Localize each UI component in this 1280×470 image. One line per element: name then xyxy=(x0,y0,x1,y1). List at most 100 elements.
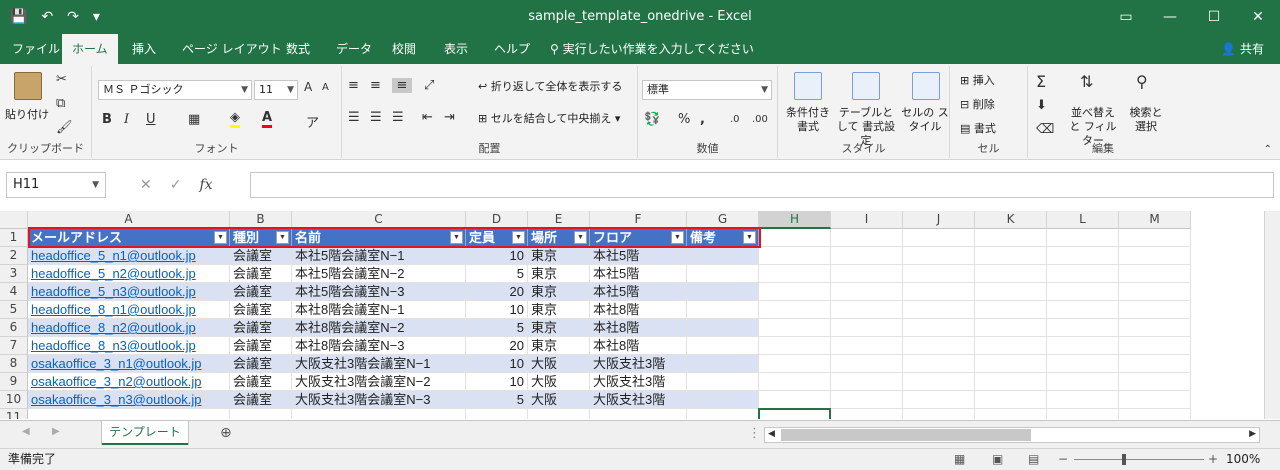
format-as-table-icon[interactable] xyxy=(852,72,880,100)
cell[interactable] xyxy=(903,265,975,283)
find-select-icon[interactable]: ⚲ xyxy=(1136,72,1148,91)
cell[interactable] xyxy=(975,391,1047,409)
table-cell[interactable] xyxy=(687,391,759,409)
align-right-icon[interactable]: ☰ xyxy=(392,110,404,125)
table-cell[interactable]: 会議室 xyxy=(230,337,292,355)
scroll-right-icon[interactable]: ▶ xyxy=(52,426,60,437)
font-color-icon[interactable]: A xyxy=(262,110,273,128)
table-cell[interactable]: 会議室 xyxy=(230,283,292,301)
cell[interactable] xyxy=(831,337,903,355)
table-cell[interactable] xyxy=(687,265,759,283)
cell[interactable] xyxy=(903,355,975,373)
cell[interactable] xyxy=(975,283,1047,301)
row-header[interactable]: 9 xyxy=(0,373,28,391)
cell[interactable] xyxy=(831,373,903,391)
cell[interactable] xyxy=(975,337,1047,355)
cell-styles-button[interactable]: セルの スタイル xyxy=(900,106,950,134)
cell[interactable] xyxy=(1047,247,1119,265)
table-cell[interactable]: 大阪支社3階 xyxy=(590,373,687,391)
email-link[interactable]: headoffice_8_n1@outlook.jp xyxy=(28,301,230,319)
cell[interactable] xyxy=(975,229,1047,247)
table-cell[interactable]: 会議室 xyxy=(230,355,292,373)
cell[interactable] xyxy=(975,373,1047,391)
table-cell[interactable]: 本社8階会議室N−1 xyxy=(292,301,466,319)
paste-icon[interactable] xyxy=(14,72,42,100)
conditional-format-button[interactable]: 条件付き 書式 xyxy=(780,106,836,134)
cell[interactable] xyxy=(1119,391,1191,409)
cell[interactable] xyxy=(230,409,292,419)
cell[interactable] xyxy=(1119,283,1191,301)
scroll-left-arrow-icon[interactable]: ◀ xyxy=(768,429,775,439)
page-layout-view-icon[interactable]: ▣ xyxy=(992,449,1003,470)
align-bottom-icon[interactable]: ≡ xyxy=(392,78,412,93)
cell[interactable] xyxy=(759,301,831,319)
table-cell[interactable]: 本社8階会議室N−3 xyxy=(292,337,466,355)
table-cell[interactable]: 会議室 xyxy=(230,265,292,283)
table-cell[interactable]: 20 xyxy=(466,337,528,355)
share-button[interactable]: 👤 共有 xyxy=(1221,34,1264,64)
copy-icon[interactable]: ⧉ xyxy=(56,96,65,111)
tab-formulas[interactable]: 数式 xyxy=(276,34,320,64)
table-cell[interactable]: 東京 xyxy=(528,319,590,337)
cell[interactable] xyxy=(759,247,831,265)
delete-cells-button[interactable]: ⊟ 削除 xyxy=(960,98,995,112)
align-top-icon[interactable]: ≡ xyxy=(348,78,359,93)
cell[interactable] xyxy=(831,247,903,265)
email-link[interactable]: osakaoffice_3_n1@outlook.jp xyxy=(28,355,230,373)
cell[interactable] xyxy=(903,229,975,247)
cell[interactable] xyxy=(759,355,831,373)
row-header[interactable]: 6 xyxy=(0,319,28,337)
maximize-button[interactable]: ☐ xyxy=(1192,0,1236,34)
cell[interactable] xyxy=(1119,229,1191,247)
scroll-left-icon[interactable]: ◀ xyxy=(22,426,30,437)
cell[interactable] xyxy=(1047,355,1119,373)
table-cell[interactable]: 本社5階 xyxy=(590,265,687,283)
enter-icon[interactable]: ✓ xyxy=(170,172,182,198)
normal-view-icon[interactable]: ▦ xyxy=(954,449,965,470)
align-left-icon[interactable]: ☰ xyxy=(348,110,360,125)
table-cell[interactable] xyxy=(687,373,759,391)
email-link[interactable]: headoffice_8_n3@outlook.jp xyxy=(28,337,230,355)
cell[interactable] xyxy=(590,409,687,419)
email-link[interactable]: osakaoffice_3_n3@outlook.jp xyxy=(28,391,230,409)
bold-button[interactable]: B xyxy=(102,112,112,127)
align-center-icon[interactable]: ☰ xyxy=(370,110,382,125)
scroll-right-arrow-icon[interactable]: ▶ xyxy=(1249,429,1256,439)
table-cell[interactable]: 本社8階 xyxy=(590,301,687,319)
table-cell[interactable]: 本社5階会議室N−3 xyxy=(292,283,466,301)
fill-icon[interactable]: ⬇ xyxy=(1036,98,1047,113)
table-cell[interactable]: 大阪支社3階会議室N−1 xyxy=(292,355,466,373)
cell[interactable] xyxy=(975,355,1047,373)
table-cell[interactable]: 大阪 xyxy=(528,355,590,373)
tab-insert[interactable]: 挿入 xyxy=(122,34,166,64)
conditional-format-icon[interactable] xyxy=(794,72,822,100)
cell[interactable] xyxy=(831,409,903,419)
table-cell[interactable]: 大阪支社3階 xyxy=(590,391,687,409)
font-size-combo[interactable]: 11 ▼ xyxy=(254,80,298,100)
cell[interactable] xyxy=(903,391,975,409)
cell[interactable] xyxy=(975,265,1047,283)
cell[interactable] xyxy=(466,409,528,419)
table-cell[interactable]: 大阪 xyxy=(528,373,590,391)
split-handle-icon[interactable]: ⋮ xyxy=(748,426,761,441)
cell[interactable] xyxy=(831,319,903,337)
column-header-j[interactable]: J xyxy=(903,211,975,229)
select-all-corner[interactable] xyxy=(0,211,28,229)
cell[interactable] xyxy=(759,337,831,355)
cell[interactable] xyxy=(1047,301,1119,319)
cell[interactable] xyxy=(1047,391,1119,409)
row-header[interactable]: 3 xyxy=(0,265,28,283)
tab-page-layout[interactable]: ページ レイアウト xyxy=(172,34,292,64)
table-cell[interactable]: 本社8階 xyxy=(590,337,687,355)
fill-color-icon[interactable]: ◈ xyxy=(230,110,240,128)
tab-view[interactable]: 表示 xyxy=(434,34,478,64)
cell[interactable] xyxy=(903,301,975,319)
table-cell[interactable]: 東京 xyxy=(528,265,590,283)
cell[interactable] xyxy=(903,337,975,355)
clear-icon[interactable]: ⌫ xyxy=(1036,122,1054,137)
cell[interactable] xyxy=(1047,319,1119,337)
table-cell[interactable]: 大阪支社3階 xyxy=(590,355,687,373)
table-cell[interactable]: 会議室 xyxy=(230,247,292,265)
email-link[interactable]: headoffice_5_n2@outlook.jp xyxy=(28,265,230,283)
row-header[interactable]: 7 xyxy=(0,337,28,355)
